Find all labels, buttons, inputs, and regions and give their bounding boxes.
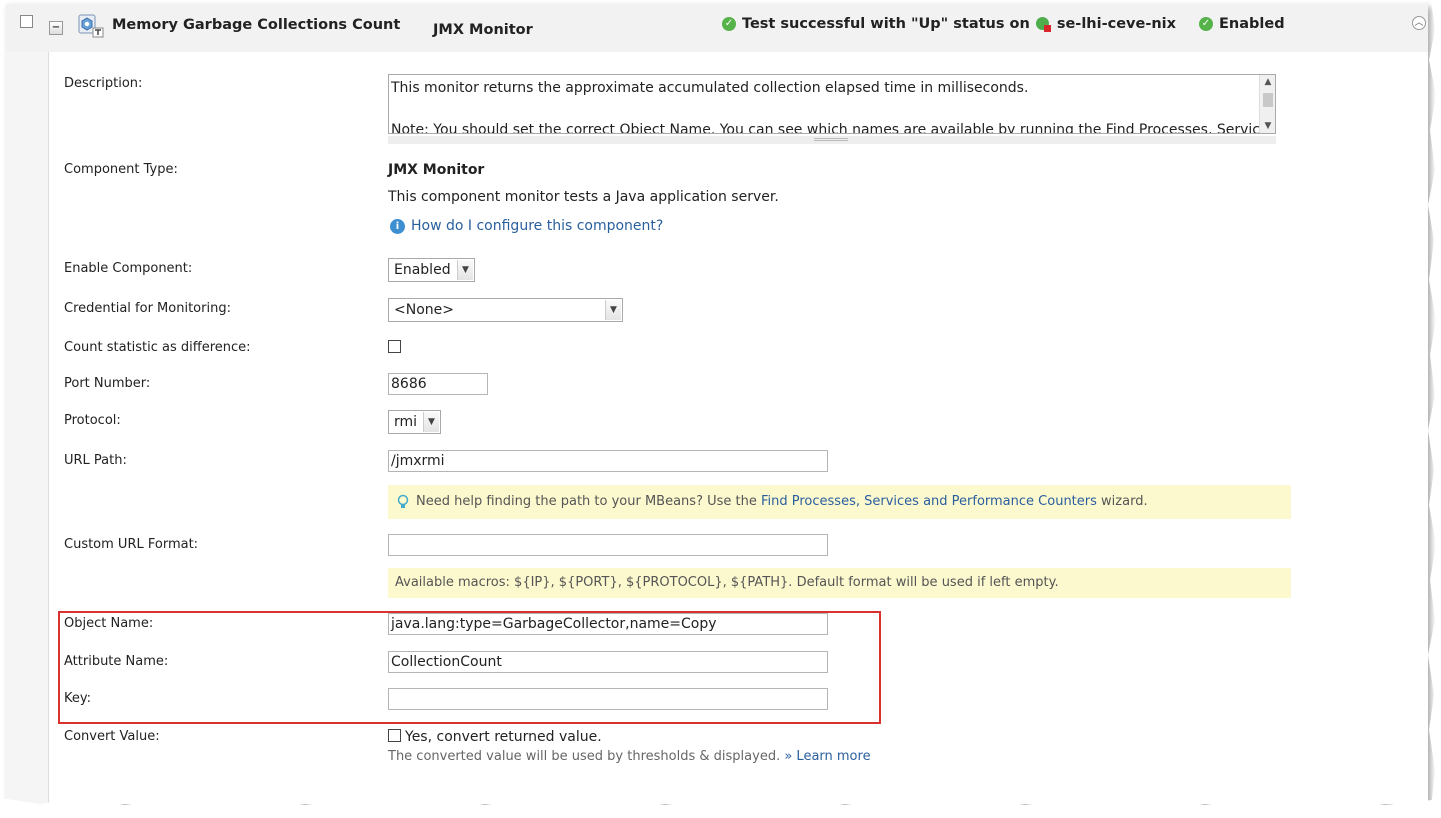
description-line-1: This monitor returns the approximate acc… xyxy=(391,80,1029,96)
protocol-select[interactable]: rmi ▼ xyxy=(388,410,441,434)
chevron-down-icon[interactable]: ▼ xyxy=(605,300,621,320)
info-icon: i xyxy=(390,218,405,234)
description-label: Description: xyxy=(64,76,143,91)
chevron-down-icon[interactable]: ▼ xyxy=(457,260,473,280)
enable-component-value: Enabled xyxy=(394,262,451,278)
select-component-checkbox[interactable] xyxy=(20,15,33,28)
component-type-name: JMX Monitor xyxy=(388,162,485,178)
count-statistic-checkbox[interactable] xyxy=(388,340,401,353)
component-panel: − Memory Garbage Collections Count JMX M… xyxy=(6,4,1428,804)
custom-url-format-label: Custom URL Format: xyxy=(64,537,199,552)
configure-help-link[interactable]: i How do I configure this component? xyxy=(390,218,663,234)
torn-edge-right xyxy=(1428,0,1441,818)
port-number-label: Port Number: xyxy=(64,376,151,391)
node-status-icon xyxy=(1035,16,1051,32)
find-processes-wizard-link[interactable]: Find Processes, Services and Performance… xyxy=(761,494,1097,509)
convert-value-note-text: The converted value will be used by thre… xyxy=(388,749,781,764)
scroll-down-arrow-icon[interactable]: ▼ xyxy=(1260,119,1275,133)
url-path-input[interactable]: /jmxrmi xyxy=(388,450,828,472)
count-statistic-label: Count statistic as difference: xyxy=(64,340,251,355)
jmx-component-icon xyxy=(78,14,104,38)
custom-url-format-hint: Available macros: ${IP}, ${PORT}, ${PROT… xyxy=(388,568,1291,598)
enable-component-label: Enable Component: xyxy=(64,261,193,276)
credential-value: <None> xyxy=(394,302,454,318)
convert-value-checkbox-label[interactable]: Yes, convert returned value. xyxy=(405,729,602,745)
url-path-hint-prefix: Need help finding the path to your MBean… xyxy=(416,494,757,509)
convert-value-note: The converted value will be used by thre… xyxy=(388,749,871,764)
protocol-label: Protocol: xyxy=(64,413,121,428)
test-status-text: Test successful with "Up" status on xyxy=(742,16,1030,32)
description-textarea[interactable]: This monitor returns the approximate acc… xyxy=(388,74,1276,134)
convert-value-checkbox[interactable] xyxy=(388,729,401,742)
component-title: Memory Garbage Collections Count xyxy=(112,17,401,33)
node-name[interactable]: se-lhi-ceve-nix xyxy=(1057,16,1176,32)
custom-url-format-input[interactable] xyxy=(388,534,828,556)
torn-edge-bottom xyxy=(0,797,1441,818)
enabled-status-text: Enabled xyxy=(1219,16,1285,32)
enabled-status: ✓ Enabled xyxy=(1199,16,1285,32)
learn-more-link[interactable]: » Learn more xyxy=(784,749,870,764)
enable-component-select[interactable]: Enabled ▼ xyxy=(388,258,475,282)
url-path-hint: Need help finding the path to your MBean… xyxy=(388,485,1291,519)
scroll-up-arrow-icon[interactable]: ▲ xyxy=(1260,75,1275,89)
component-type-description: This component monitor tests a Java appl… xyxy=(388,189,779,205)
component-type-header: JMX Monitor xyxy=(433,22,533,38)
port-number-input[interactable]: 8686 xyxy=(388,373,488,395)
scroll-thumb[interactable] xyxy=(1263,93,1273,107)
credential-select[interactable]: <None> ▼ xyxy=(388,298,623,322)
protocol-value: rmi xyxy=(394,414,418,430)
component-header: − Memory Garbage Collections Count JMX M… xyxy=(6,4,1428,52)
convert-value-label: Convert Value: xyxy=(64,729,160,744)
chevron-down-icon[interactable]: ▼ xyxy=(423,412,439,432)
description-scrollbar[interactable]: ▲ ▼ xyxy=(1259,75,1275,133)
credential-label: Credential for Monitoring: xyxy=(64,301,231,316)
url-path-hint-suffix: wizard. xyxy=(1101,494,1148,509)
test-status: ✓ Test successful with "Up" status on se… xyxy=(722,16,1176,32)
success-check-icon: ✓ xyxy=(722,17,736,31)
enabled-check-icon: ✓ xyxy=(1199,17,1213,31)
url-path-label: URL Path: xyxy=(64,453,127,468)
lightbulb-icon xyxy=(397,494,409,508)
component-type-label: Component Type: xyxy=(64,162,178,177)
object-attribute-highlight xyxy=(58,611,881,724)
collapse-button[interactable]: − xyxy=(49,21,63,35)
configure-help-text[interactable]: How do I configure this component? xyxy=(411,218,663,234)
description-line-2: Note: You should set the correct Object … xyxy=(391,122,1276,134)
textarea-resize-handle[interactable] xyxy=(388,136,1276,144)
